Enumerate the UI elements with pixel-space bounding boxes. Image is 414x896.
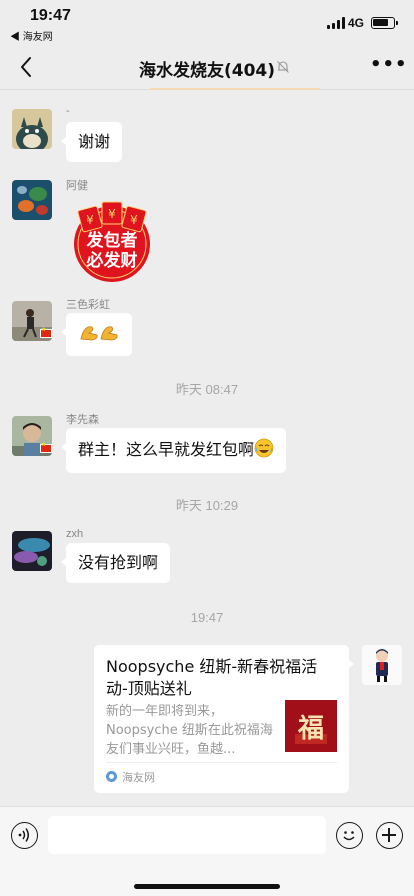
flag-icon: [40, 441, 52, 453]
chevron-left-icon[interactable]: [14, 54, 40, 80]
sender-name: 李先森: [66, 414, 99, 426]
back-to-app-link[interactable]: ◀ 海友网: [10, 28, 53, 43]
home-indicator[interactable]: [134, 884, 280, 889]
timestamp: 昨天 08:47: [175, 382, 239, 397]
status-bar: 19:47 ◀ 海友网 4G: [0, 0, 414, 44]
avatar[interactable]: [12, 180, 52, 220]
divider: [106, 762, 337, 763]
message-input[interactable]: [48, 816, 326, 854]
message-bubble[interactable]: 没有抢到啊: [60, 543, 171, 583]
message-bubble[interactable]: [61, 313, 132, 356]
input-bar: [0, 806, 414, 896]
avatar[interactable]: [12, 531, 52, 571]
link-thumbnail: 福: [285, 700, 337, 752]
link-card[interactable]: Noopsyche 纽斯-新春祝福活动-顶贴送礼 新的一年即将到来，Noopsy…: [94, 645, 354, 793]
link-title: Noopsyche 纽斯-新春祝福活动-顶贴送礼: [106, 657, 318, 698]
more-dots-icon[interactable]: •••: [370, 56, 407, 78]
svg-text:发包者: 发包者: [86, 230, 138, 251]
svg-text:¥: ¥: [108, 207, 116, 221]
bell-off-icon: [276, 59, 290, 73]
praying-hands-icon: [78, 321, 120, 348]
nav-bar: 海水发烧友(404) •••: [0, 44, 414, 90]
source-logo-icon: [106, 771, 117, 782]
link-source: 海友网: [106, 769, 155, 785]
crying-laughing-icon: [254, 438, 274, 463]
chat-area[interactable]: - 谢谢 阿健 ¥ ¥ ¥ 发包者 必发财 三色彩虹 昨天: [0, 91, 414, 805]
flag-icon: [40, 326, 52, 338]
red-packet-sticker[interactable]: ¥ ¥ ¥ 发包者 必发财: [66, 198, 156, 282]
status-time: 19:47: [30, 7, 71, 24]
link-description: 新的一年即将到来，Noopsyche 纽斯在此祝福海友们事业兴旺，鱼越...: [106, 704, 273, 757]
message-bubble[interactable]: 谢谢: [60, 122, 123, 162]
sender-name: 三色彩虹: [66, 299, 110, 311]
avatar[interactable]: [12, 109, 52, 149]
voice-icon[interactable]: [11, 822, 38, 849]
sender-name: -: [66, 105, 70, 117]
message-bubble[interactable]: 群主！这么早就发红包啊: [60, 428, 287, 473]
thumbnail-text: 福: [297, 714, 324, 744]
sender-name: zxh: [66, 528, 84, 540]
smiley-icon[interactable]: [336, 822, 363, 849]
battery-icon: [371, 17, 398, 29]
timestamp: 昨天 10:29: [175, 498, 239, 513]
source-name: 海友网: [122, 772, 155, 784]
signal-icon: [327, 17, 345, 29]
my-avatar[interactable]: [362, 645, 402, 685]
nav-accent-line: [150, 88, 320, 90]
sender-name: 阿健: [66, 180, 88, 192]
svg-text:¥: ¥: [86, 213, 94, 227]
message-text: 群主！这么早就发红包啊: [78, 440, 255, 459]
svg-text:必发财: 必发财: [86, 250, 138, 271]
svg-text:¥: ¥: [130, 213, 138, 227]
network-type: 4G: [348, 16, 365, 30]
plus-icon[interactable]: [376, 822, 403, 849]
timestamp: 19:47: [190, 610, 224, 625]
